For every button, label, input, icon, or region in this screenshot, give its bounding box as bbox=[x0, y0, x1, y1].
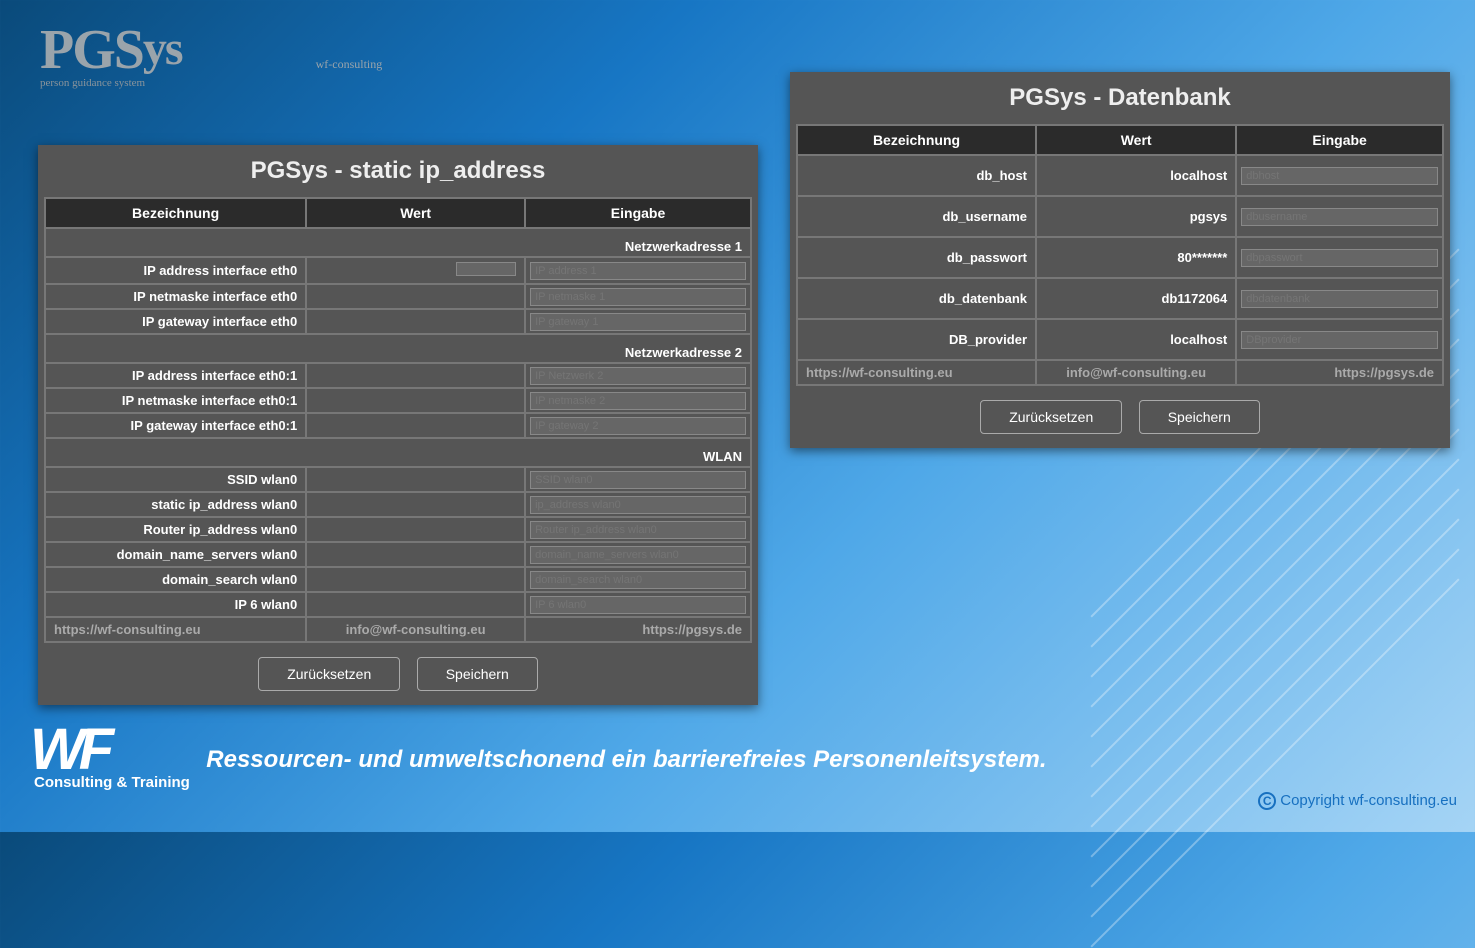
config-input[interactable] bbox=[1241, 331, 1438, 349]
ip-config-table: Bezeichnung Wert Eingabe Netzwerkadresse… bbox=[44, 197, 752, 643]
panel-database: PGSys - Datenbank Bezeichnung Wert Einga… bbox=[790, 72, 1450, 448]
config-input[interactable] bbox=[530, 546, 746, 564]
config-value bbox=[306, 592, 525, 617]
config-input[interactable] bbox=[530, 496, 746, 514]
config-label: static ip_address wlan0 bbox=[45, 492, 306, 517]
panel-title: PGSys - static ip_address bbox=[44, 151, 752, 197]
footer-link[interactable]: info@wf-consulting.eu bbox=[306, 617, 525, 642]
config-input[interactable] bbox=[530, 521, 746, 539]
config-input[interactable] bbox=[530, 596, 746, 614]
col-header: Bezeichnung bbox=[45, 198, 306, 228]
panel-ip-address: PGSys - static ip_address Bezeichnung We… bbox=[38, 145, 758, 705]
config-value bbox=[306, 309, 525, 334]
config-value bbox=[306, 517, 525, 542]
config-label: IP netmaske interface eth0 bbox=[45, 284, 306, 309]
config-value bbox=[306, 388, 525, 413]
col-header: Wert bbox=[1036, 125, 1236, 155]
config-input[interactable] bbox=[1241, 290, 1438, 308]
config-label: IP address interface eth0 bbox=[45, 257, 306, 284]
config-label: db_username bbox=[797, 196, 1036, 237]
config-label: IP gateway interface eth0:1 bbox=[45, 413, 306, 438]
config-value bbox=[306, 413, 525, 438]
footer-link[interactable]: https://pgsys.de bbox=[1236, 360, 1443, 385]
copyright-icon: C bbox=[1258, 792, 1276, 810]
save-button[interactable]: Speichern bbox=[417, 657, 538, 691]
config-input[interactable] bbox=[1241, 249, 1438, 267]
config-input[interactable] bbox=[530, 313, 746, 331]
config-label: db_passwort bbox=[797, 237, 1036, 278]
config-input[interactable] bbox=[1241, 208, 1438, 226]
config-label: IP netmaske interface eth0:1 bbox=[45, 388, 306, 413]
footer-link[interactable]: info@wf-consulting.eu bbox=[1036, 360, 1236, 385]
config-input[interactable] bbox=[530, 262, 746, 280]
col-header: Wert bbox=[306, 198, 525, 228]
config-value: localhost bbox=[1036, 319, 1236, 360]
config-label: IP 6 wlan0 bbox=[45, 592, 306, 617]
panel-title: PGSys - Datenbank bbox=[796, 78, 1444, 124]
config-label: IP gateway interface eth0 bbox=[45, 309, 306, 334]
config-input[interactable] bbox=[1241, 167, 1438, 185]
config-value bbox=[306, 363, 525, 388]
config-value bbox=[306, 567, 525, 592]
copyright: CCopyright wf-consulting.eu bbox=[1258, 792, 1457, 810]
section-header: Netzwerkadresse 1 bbox=[45, 228, 751, 257]
footer-link[interactable]: https://wf-consulting.eu bbox=[45, 617, 306, 642]
config-label: db_host bbox=[797, 155, 1036, 196]
config-label: domain_name_servers wlan0 bbox=[45, 542, 306, 567]
config-label: SSID wlan0 bbox=[45, 467, 306, 492]
config-value: 80******* bbox=[1036, 237, 1236, 278]
decor-diagonals bbox=[1015, 372, 1475, 892]
config-value bbox=[306, 284, 525, 309]
config-value: localhost bbox=[1036, 155, 1236, 196]
reset-button[interactable]: Zurücksetzen bbox=[258, 657, 400, 691]
config-input[interactable] bbox=[530, 392, 746, 410]
config-input[interactable] bbox=[530, 367, 746, 385]
footer-link[interactable]: https://pgsys.de bbox=[525, 617, 751, 642]
config-value bbox=[306, 492, 525, 517]
section-header: Netzwerkadresse 2 bbox=[45, 334, 751, 363]
config-label: domain_search wlan0 bbox=[45, 567, 306, 592]
pgsys-logo: PGSys wf-consulting person guidance syst… bbox=[40, 25, 382, 89]
config-label: Router ip_address wlan0 bbox=[45, 517, 306, 542]
config-value bbox=[306, 542, 525, 567]
config-label: db_datenbank bbox=[797, 278, 1036, 319]
config-label: DB_provider bbox=[797, 319, 1036, 360]
config-value: pgsys bbox=[1036, 196, 1236, 237]
config-value bbox=[306, 467, 525, 492]
col-header: Eingabe bbox=[1236, 125, 1443, 155]
save-button[interactable]: Speichern bbox=[1139, 400, 1260, 434]
footer-link[interactable]: https://wf-consulting.eu bbox=[797, 360, 1036, 385]
config-label: IP address interface eth0:1 bbox=[45, 363, 306, 388]
col-header: Bezeichnung bbox=[797, 125, 1036, 155]
db-config-table: Bezeichnung Wert Eingabe db_hostlocalhos… bbox=[796, 124, 1444, 386]
config-input[interactable] bbox=[530, 288, 746, 306]
config-input[interactable] bbox=[530, 417, 746, 435]
col-header: Eingabe bbox=[525, 198, 751, 228]
tagline: Ressourcen- und umweltschonend ein barri… bbox=[206, 746, 1046, 774]
section-header: WLAN bbox=[45, 438, 751, 467]
wf-logo: WF Consulting & Training bbox=[30, 727, 190, 792]
reset-button[interactable]: Zurücksetzen bbox=[980, 400, 1122, 434]
config-input[interactable] bbox=[530, 471, 746, 489]
config-input[interactable] bbox=[530, 571, 746, 589]
config-value: db1172064 bbox=[1036, 278, 1236, 319]
slide-footer: WF Consulting & Training Ressourcen- und… bbox=[30, 727, 1445, 792]
config-value bbox=[306, 257, 525, 284]
